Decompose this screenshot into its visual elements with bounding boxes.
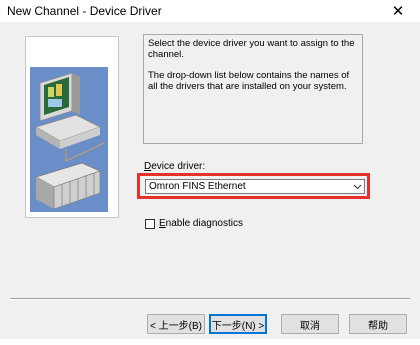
chevron-down-icon[interactable] (350, 180, 364, 193)
device-driver-label: Device driver: (144, 161, 206, 172)
title-bar: New Channel - Device Driver ✕ (0, 0, 420, 23)
device-driver-value: Omron FINS Ethernet (149, 181, 246, 192)
bottom-edge (0, 339, 420, 345)
info-line-2: The drop-down list below contains the na… (148, 70, 350, 92)
device-driver-dropdown[interactable]: Omron FINS Ethernet (145, 179, 365, 194)
next-button[interactable]: 下一步(N) > (209, 314, 267, 334)
close-button[interactable]: ✕ (376, 0, 420, 22)
enable-diagnostics-label[interactable]: Enable diagnostics (159, 218, 243, 229)
close-icon: ✕ (391, 3, 405, 20)
driver-info-text: Select the device driver you want to ass… (143, 34, 363, 144)
enable-diagnostics-checkbox[interactable] (145, 218, 155, 229)
button-separator (10, 298, 410, 300)
cancel-button[interactable]: 取消 (281, 314, 339, 334)
window-title: New Channel - Device Driver (7, 4, 162, 18)
back-button[interactable]: < 上一步(B) (147, 314, 205, 334)
help-button[interactable]: 帮助 (349, 314, 407, 334)
info-line-1: Select the device driver you want to ass… (148, 38, 355, 60)
enable-diagnostics-row[interactable]: Enable diagnostics (145, 218, 243, 229)
wizard-illustration (25, 36, 119, 218)
computer-device-illustration (26, 37, 118, 217)
